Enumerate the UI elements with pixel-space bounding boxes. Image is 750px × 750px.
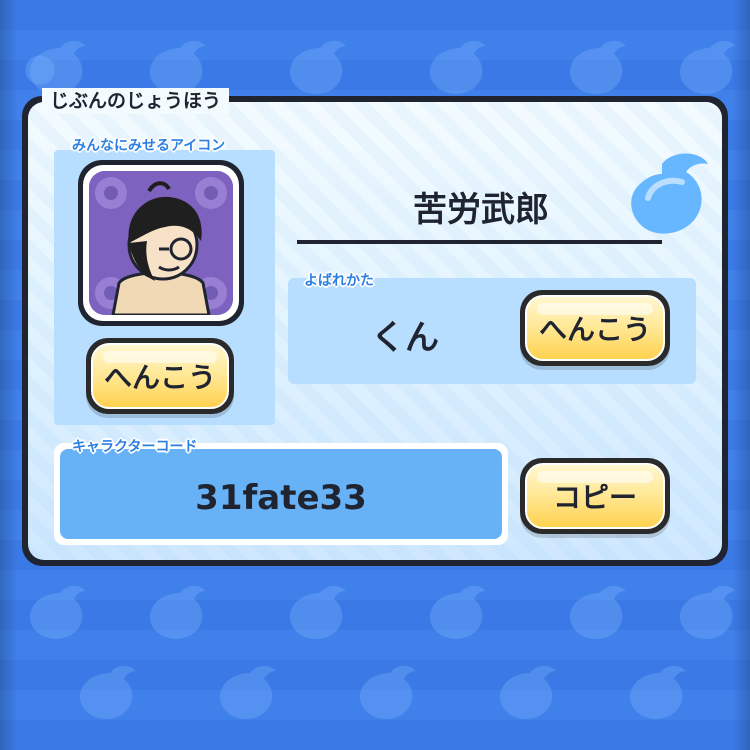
copy-code-button[interactable]: コピー [520,458,670,534]
avatar-frame [83,165,239,321]
honorific-value: くん [371,318,439,358]
change-icon-button-label: へんこう [91,343,229,409]
change-honorific-button-label: へんこう [525,295,665,361]
player-name: 苦労武郎 [413,190,549,230]
character-code-label: キャラクターコード [72,439,198,455]
panel-title: じぶんのじょうほう [42,88,230,114]
change-icon-button[interactable]: へんこう [86,338,234,414]
name-underline [297,240,662,244]
copy-code-button-label: コピー [525,463,665,529]
avatar[interactable] [78,160,244,326]
character-code-value: 31fate33 [195,478,367,518]
change-honorific-button[interactable]: へんこう [520,290,670,366]
honorific-section-label: よばれかた [304,273,374,289]
character-avatar-icon [89,171,233,315]
icon-section-label: みんなにみせるアイコン [72,138,226,154]
